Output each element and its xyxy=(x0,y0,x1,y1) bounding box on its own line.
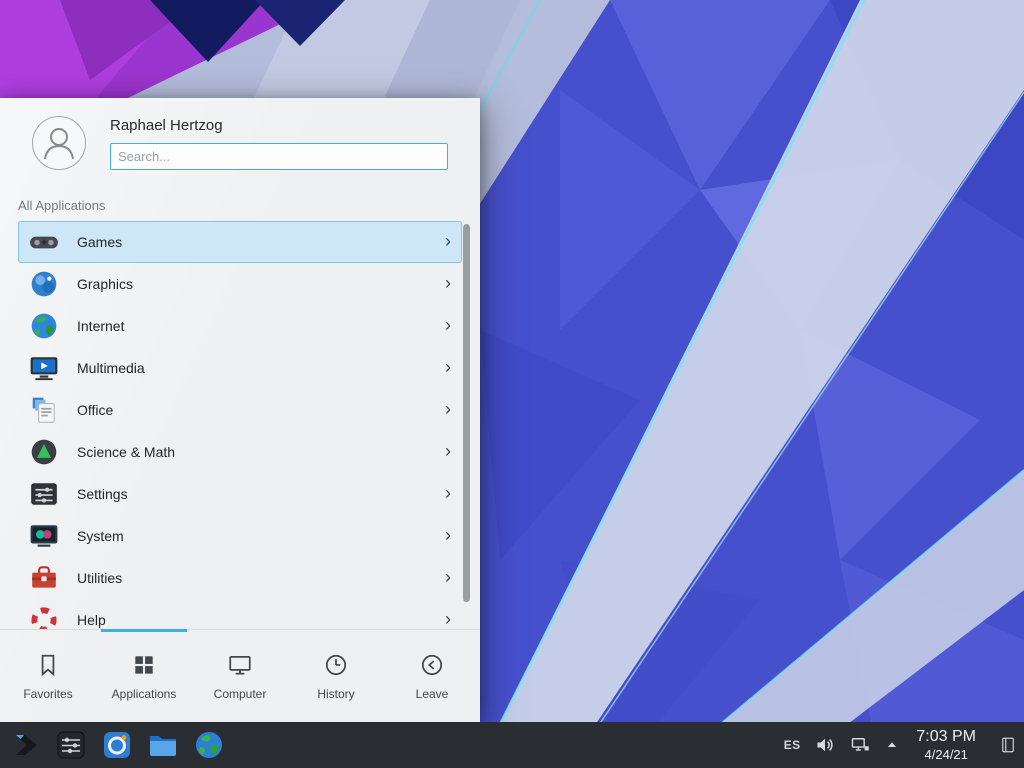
applications-icon xyxy=(131,652,157,678)
category-utilities[interactable]: Utilities xyxy=(18,557,462,599)
category-list: Games Graphics Internet Multimedia Offic… xyxy=(0,221,480,629)
gamepad-icon xyxy=(29,227,59,257)
internet-icon xyxy=(29,311,59,341)
favorites-icon xyxy=(35,652,61,678)
category-label: Graphics xyxy=(77,276,445,292)
submenu-arrow-icon xyxy=(445,358,451,378)
submenu-arrow-icon xyxy=(445,400,451,420)
category-system[interactable]: System xyxy=(18,515,462,557)
category-label: Office xyxy=(77,402,445,418)
tab-applications[interactable]: Applications xyxy=(96,630,192,722)
discover-icon[interactable] xyxy=(100,728,134,762)
volume-icon[interactable] xyxy=(815,735,835,755)
tab-history[interactable]: History xyxy=(288,630,384,722)
user-name: Raphael Hertzog xyxy=(110,117,448,134)
application-launcher-menu: Raphael Hertzog All Applications Games G… xyxy=(0,98,480,722)
panel-launchers xyxy=(8,728,226,762)
tab-bar: Favorites Applications Computer History … xyxy=(0,629,480,722)
category-label: Help xyxy=(77,612,445,628)
category-office[interactable]: Office xyxy=(18,389,462,431)
submenu-arrow-icon xyxy=(445,316,451,336)
tab-label: Leave xyxy=(416,687,449,701)
search-input[interactable] xyxy=(110,143,448,170)
category-multimedia[interactable]: Multimedia xyxy=(18,347,462,389)
leave-icon xyxy=(419,652,445,678)
expand-tray-arrow-icon[interactable] xyxy=(885,738,899,752)
graphics-icon xyxy=(29,269,59,299)
digital-clock[interactable]: 7:03 PM 4/24/21 xyxy=(914,728,978,762)
history-icon xyxy=(323,652,349,678)
system-tray: ES 7:03 PM 4/ xyxy=(784,727,1018,763)
tab-favorites[interactable]: Favorites xyxy=(0,630,96,722)
browser-icon[interactable] xyxy=(192,728,226,762)
show-desktop-icon xyxy=(999,736,1017,754)
user-avatar[interactable] xyxy=(32,116,86,170)
category-internet[interactable]: Internet xyxy=(18,305,462,347)
file-manager-icon[interactable] xyxy=(146,728,180,762)
tab-label: Applications xyxy=(112,687,177,701)
utilities-icon xyxy=(29,563,59,593)
tab-label: Favorites xyxy=(23,687,72,701)
office-icon xyxy=(29,395,59,425)
clock-date: 4/24/21 xyxy=(925,747,968,762)
keyboard-layout-indicator[interactable]: ES xyxy=(784,738,801,752)
taskbar-panel: ES 7:03 PM 4/ xyxy=(0,722,1024,768)
submenu-arrow-icon xyxy=(445,610,451,629)
science-icon xyxy=(29,437,59,467)
tab-leave[interactable]: Leave xyxy=(384,630,480,722)
category-settings[interactable]: Settings xyxy=(18,473,462,515)
submenu-arrow-icon xyxy=(445,484,451,504)
category-science-math[interactable]: Science & Math xyxy=(18,431,462,473)
category-help[interactable]: Help xyxy=(18,599,462,629)
computer-icon xyxy=(227,652,253,678)
launcher-header: Raphael Hertzog xyxy=(0,98,480,188)
submenu-arrow-icon xyxy=(445,442,451,462)
tab-computer[interactable]: Computer xyxy=(192,630,288,722)
desktop: Raphael Hertzog All Applications Games G… xyxy=(0,0,1024,768)
submenu-arrow-icon xyxy=(445,568,451,588)
category-label: Settings xyxy=(77,486,445,502)
category-label: Multimedia xyxy=(77,360,445,376)
scrollbar-thumb[interactable] xyxy=(463,224,470,602)
system-icon xyxy=(29,521,59,551)
multimedia-icon xyxy=(29,353,59,383)
category-label: System xyxy=(77,528,445,544)
kickoff-icon[interactable] xyxy=(8,728,42,762)
category-label: Utilities xyxy=(77,570,445,586)
section-label: All Applications xyxy=(0,188,480,221)
settings-icon xyxy=(29,479,59,509)
submenu-arrow-icon xyxy=(445,274,451,294)
system-settings-icon[interactable] xyxy=(54,728,88,762)
category-label: Games xyxy=(77,234,445,250)
tab-label: Computer xyxy=(214,687,267,701)
category-label: Science & Math xyxy=(77,444,445,460)
category-graphics[interactable]: Graphics xyxy=(18,263,462,305)
tab-label: History xyxy=(317,687,354,701)
submenu-arrow-icon xyxy=(445,232,451,252)
show-desktop-button[interactable] xyxy=(998,727,1018,763)
network-icon[interactable] xyxy=(850,735,870,755)
submenu-arrow-icon xyxy=(445,526,451,546)
clock-time: 7:03 PM xyxy=(916,728,976,747)
user-icon xyxy=(33,117,85,169)
category-games[interactable]: Games xyxy=(18,221,462,263)
help-icon xyxy=(29,605,59,629)
category-label: Internet xyxy=(77,318,445,334)
